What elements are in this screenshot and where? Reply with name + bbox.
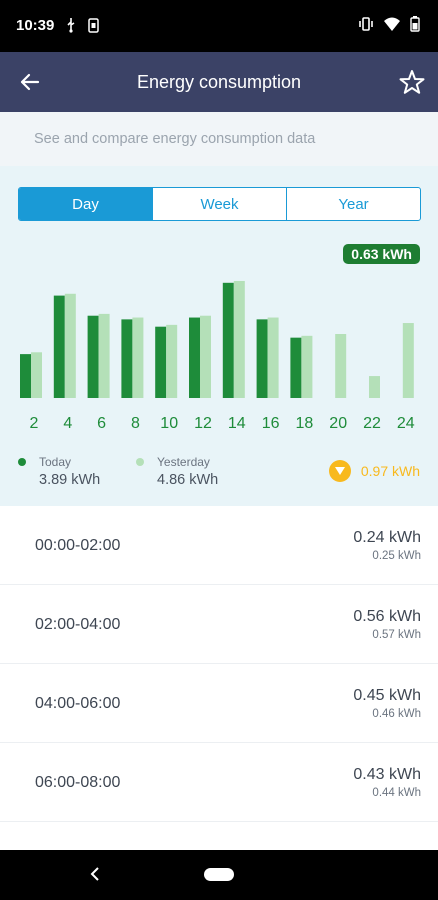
x-tick-label: 18: [296, 415, 314, 432]
bar-yesterday[interactable]: [301, 335, 313, 398]
x-tick-label: 20: [329, 415, 347, 432]
bar-today[interactable]: [121, 319, 133, 398]
bar-today[interactable]: [53, 295, 65, 398]
x-tick-label: 16: [262, 415, 280, 432]
list-item[interactable]: 02:00-04:00 0.56 kWh 0.57 kWh: [0, 585, 438, 664]
consumption-list: 00:00-02:00 0.24 kWh 0.25 kWh 02:00-04:0…: [0, 506, 438, 822]
bar-today[interactable]: [256, 319, 268, 398]
bar-yesterday[interactable]: [233, 280, 245, 398]
x-tick-label: 24: [397, 415, 415, 432]
yesterday-value: 0.25 kWh: [372, 550, 421, 562]
time-range: 00:00-02:00: [35, 537, 121, 554]
bar-today[interactable]: [155, 326, 167, 398]
tab-year[interactable]: Year: [286, 188, 420, 220]
today-value: 0.45 kWh: [353, 687, 421, 704]
x-tick-label: 22: [363, 415, 381, 432]
difference-indicator: 0.97 kWh: [328, 460, 420, 482]
app-bar: Energy consumption: [0, 52, 438, 112]
list-item[interactable]: 04:00-06:00 0.45 kWh 0.46 kWh: [0, 664, 438, 743]
today-dot-icon: [18, 458, 26, 466]
legend-yesterday-label: Yesterday: [157, 455, 210, 469]
vibrate-icon: [358, 17, 374, 36]
tab-day[interactable]: Day: [19, 188, 152, 220]
x-tick-label: 6: [97, 415, 106, 432]
x-tick-label: 10: [160, 415, 178, 432]
today-value: 0.56 kWh: [353, 608, 421, 625]
legend-yesterday-value: 4.86 kWh: [157, 472, 219, 488]
bar-yesterday[interactable]: [98, 313, 110, 398]
tab-week[interactable]: Week: [152, 188, 286, 220]
x-tick-label: 8: [131, 415, 140, 432]
bar-today[interactable]: [20, 354, 31, 398]
period-segmented-control: Day Week Year: [18, 187, 421, 221]
time-range: 04:00-06:00: [35, 695, 121, 712]
x-tick-label: 4: [63, 415, 72, 432]
system-nav-bar: [0, 850, 438, 900]
usb-icon: [66, 17, 76, 38]
legend-today-value: 3.89 kWh: [39, 472, 101, 488]
nav-home-pill[interactable]: [204, 868, 234, 881]
bar-yesterday[interactable]: [64, 293, 76, 398]
subtitle-text: See and compare energy consumption data: [34, 131, 316, 147]
selected-value-badge: 0.63 kWh: [343, 244, 420, 264]
nav-back-icon[interactable]: [88, 866, 102, 887]
bar-yesterday[interactable]: [369, 376, 380, 398]
bar-today[interactable]: [222, 282, 234, 398]
yesterday-value: 0.57 kWh: [372, 629, 421, 641]
yesterday-value: 0.44 kWh: [372, 787, 421, 799]
bar-yesterday[interactable]: [132, 317, 144, 398]
energy-bar-chart: 2 4 6 8 10 12 14 16 18 20 22 24: [20, 280, 415, 432]
bar-yesterday[interactable]: [200, 315, 211, 398]
bar-yesterday[interactable]: [31, 352, 42, 398]
yesterday-dot-icon: [136, 458, 144, 466]
chart-legend: Today 3.89 kWh Yesterday 4.86 kWh 0.97 k…: [0, 450, 438, 490]
page-title: Energy consumption: [136, 72, 302, 92]
x-tick-label: 2: [30, 415, 39, 432]
bar-yesterday[interactable]: [402, 323, 414, 398]
bar-yesterday[interactable]: [267, 317, 279, 398]
time-range: 06:00-08:00: [35, 774, 121, 791]
decrease-arrow-icon: [328, 460, 351, 482]
chart-panel: Day Week Year 0.63 kWh 2 4 6 8 10 12 14 16 18 20 2…: [0, 166, 438, 506]
yesterday-value: 0.46 kWh: [372, 708, 421, 720]
today-value: 0.24 kWh: [353, 529, 421, 546]
bar-today[interactable]: [189, 317, 200, 398]
bar-today[interactable]: [290, 337, 302, 398]
bar-yesterday[interactable]: [335, 334, 347, 398]
list-item[interactable]: 06:00-08:00 0.43 kWh 0.44 kWh: [0, 743, 438, 822]
legend-today-label: Today: [39, 455, 72, 469]
battery-icon: [410, 16, 420, 37]
status-bar: 10:39: [0, 0, 438, 52]
bar-yesterday[interactable]: [166, 324, 178, 398]
x-tick-label: 12: [194, 415, 212, 432]
time-range: 02:00-04:00: [35, 616, 121, 633]
favorite-star-icon[interactable]: [398, 68, 426, 96]
subtitle-bar: See and compare energy consumption data: [0, 112, 438, 166]
today-value: 0.43 kWh: [353, 766, 421, 783]
sim-icon: [88, 17, 99, 38]
list-item[interactable]: 00:00-02:00 0.24 kWh 0.25 kWh: [0, 506, 438, 585]
x-tick-label: 14: [228, 415, 246, 432]
status-time: 10:39: [16, 17, 55, 34]
difference-value: 0.97 kWh: [360, 463, 420, 479]
wifi-icon: [384, 17, 400, 36]
bar-today[interactable]: [87, 315, 99, 398]
